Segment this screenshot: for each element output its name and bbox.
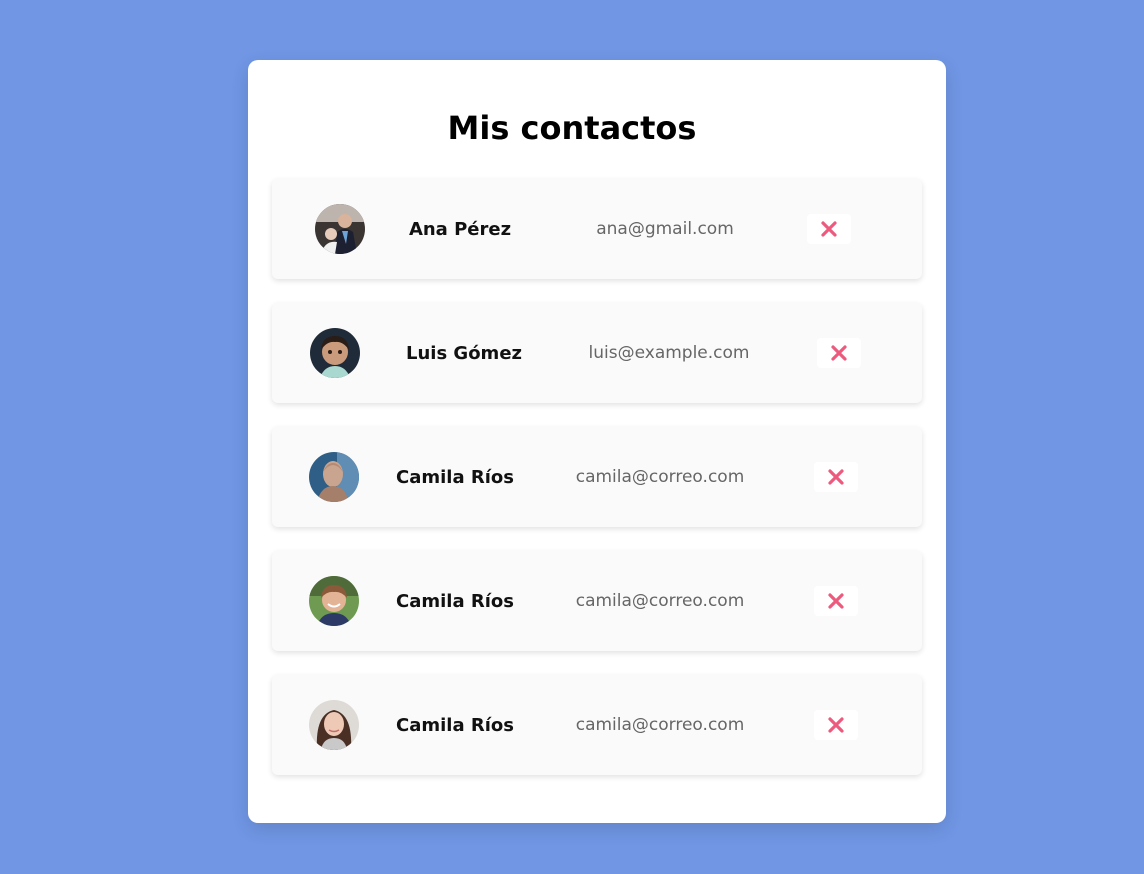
contact-name: Ana Pérez — [408, 218, 512, 240]
delete-button[interactable] — [814, 710, 858, 740]
contact-row: Camila Ríos camila@correo.com — [272, 675, 922, 775]
x-icon — [828, 469, 844, 485]
contact-row: Ana Pérez ana@gmail.com — [272, 179, 922, 279]
contact-name: Camila Ríos — [396, 714, 514, 736]
x-icon — [828, 593, 844, 609]
contact-email: ana@gmail.com — [596, 219, 734, 239]
contact-email: camila@correo.com — [575, 467, 745, 487]
contact-email: luis@example.com — [588, 343, 750, 363]
delete-button[interactable] — [814, 586, 858, 616]
avatar — [309, 452, 359, 502]
contact-row: Camila Ríos camila@correo.com — [272, 551, 922, 651]
x-icon — [828, 717, 844, 733]
contact-name: Luis Gómez — [405, 342, 522, 364]
delete-button[interactable] — [807, 214, 851, 244]
contact-row: Camila Ríos camila@correo.com — [272, 427, 922, 527]
contacts-list: Ana Pérez ana@gmail.com Luis Gómez luis@… — [272, 179, 922, 799]
contact-row: Luis Gómez luis@example.com — [272, 303, 922, 403]
avatar — [309, 700, 359, 750]
delete-button[interactable] — [814, 462, 858, 492]
contact-email: camila@correo.com — [575, 591, 745, 611]
avatar — [310, 328, 360, 378]
contact-name: Camila Ríos — [396, 590, 514, 612]
page-title: Mis contactos — [447, 109, 697, 147]
contact-name: Camila Ríos — [396, 466, 514, 488]
contact-email: camila@correo.com — [575, 715, 745, 735]
avatar — [315, 204, 365, 254]
x-icon — [831, 345, 847, 361]
delete-button[interactable] — [817, 338, 861, 368]
x-icon — [821, 221, 837, 237]
avatar — [309, 576, 359, 626]
